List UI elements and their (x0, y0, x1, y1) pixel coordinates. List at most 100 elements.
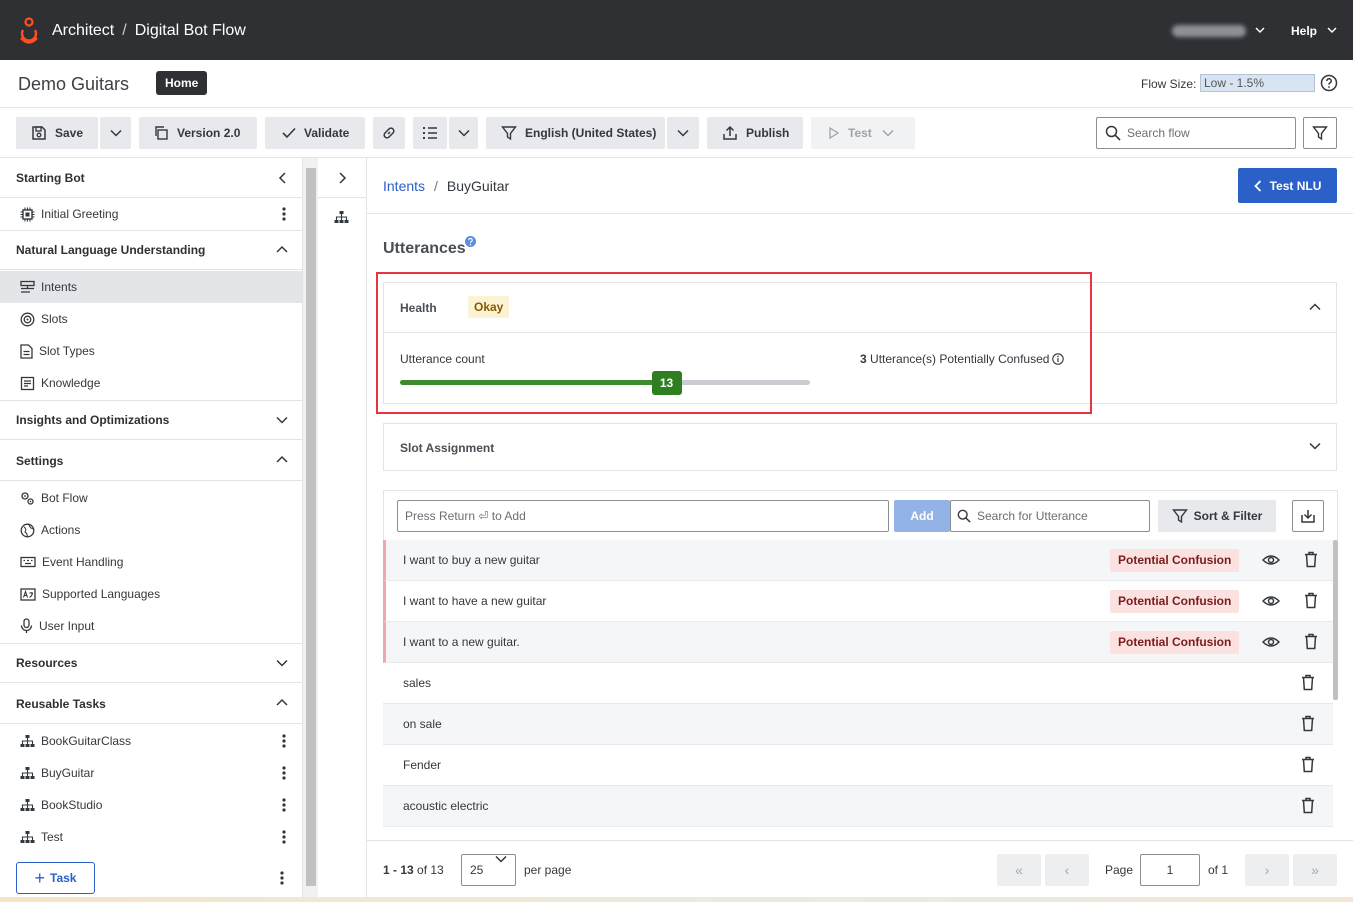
sidebar-section-reusable-tasks[interactable]: Reusable Tasks (0, 684, 302, 724)
scrollbar-thumb[interactable] (306, 168, 316, 886)
eye-icon[interactable] (1262, 594, 1280, 608)
home-badge[interactable]: Home (156, 71, 208, 95)
help-circle-icon[interactable] (1320, 74, 1338, 92)
sidebar-item-test[interactable]: Test (0, 821, 302, 853)
sidebar-item-buyguitar[interactable]: BuyGuitar (0, 757, 302, 789)
per-page-select[interactable]: 25 (461, 854, 516, 886)
utterance-row[interactable]: I want to have a new guitar Potential Co… (383, 581, 1333, 622)
sidebar-item-supported-languages[interactable]: Supported Languages (0, 578, 302, 610)
language-options-button[interactable] (667, 117, 699, 149)
save-button[interactable]: Save (16, 117, 98, 149)
help-circle-icon[interactable] (465, 236, 476, 247)
sidebar-item-bot-flow[interactable]: Bot Flow (0, 482, 302, 514)
sidebar-item-bookstudio[interactable]: BookStudio (0, 789, 302, 821)
sidebar-item-knowledge[interactable]: Knowledge (0, 367, 302, 399)
sort-filter-button[interactable]: Sort & Filter (1158, 500, 1276, 532)
more-vertical-icon[interactable] (282, 207, 286, 221)
trash-icon[interactable] (1301, 674, 1315, 691)
link-icon (381, 125, 397, 141)
add-task-button[interactable]: + Task (16, 862, 95, 894)
page-number-input[interactable]: 1 (1140, 854, 1200, 886)
chevron-down-icon[interactable] (1255, 26, 1265, 34)
trash-icon[interactable] (1304, 551, 1318, 568)
chevron-left-icon[interactable] (278, 172, 288, 184)
chevron-down-icon[interactable] (276, 415, 288, 425)
utterance-row[interactable]: sales (383, 663, 1333, 704)
help-menu[interactable]: Help (1291, 24, 1317, 38)
expand-rail-button[interactable] (318, 158, 366, 198)
more-vertical-icon[interactable] (282, 798, 286, 812)
search-flow-input[interactable]: Search flow (1096, 117, 1296, 149)
genesys-logo-icon[interactable] (18, 16, 40, 46)
next-page-button[interactable]: › (1245, 854, 1289, 886)
chevron-up-icon[interactable] (276, 245, 288, 255)
more-vertical-icon[interactable] (282, 830, 286, 844)
flow-header: Demo Guitars Home Flow Size: Low - 1.5% (0, 60, 1353, 108)
trash-icon[interactable] (1301, 715, 1315, 732)
sidebar-item-user-input[interactable]: User Input (0, 610, 302, 642)
sidebar-item-bookguitarclass[interactable]: BookGuitarClass (0, 725, 302, 757)
sidebar-section-settings[interactable]: Settings (0, 441, 302, 481)
plus-icon: + (34, 867, 46, 888)
sidebar-scrollbar[interactable] (302, 158, 318, 902)
prev-page-button[interactable]: ‹ (1045, 854, 1089, 886)
hierarchy-icon[interactable] (334, 210, 349, 224)
sidebar-section-starting-bot[interactable]: Starting Bot (0, 158, 302, 198)
utterance-row[interactable]: acoustic electric (383, 786, 1333, 827)
utterance-row[interactable]: Fender (383, 745, 1333, 786)
info-icon[interactable] (1052, 353, 1065, 365)
sidebar-item-event-handling[interactable]: Event Handling (0, 546, 302, 578)
slot-assignment-panel[interactable]: Slot Assignment (383, 423, 1337, 471)
more-vertical-icon[interactable] (282, 734, 286, 748)
version-button[interactable]: Version 2.0 (139, 117, 257, 149)
list-button[interactable] (413, 117, 447, 149)
link-button[interactable] (373, 117, 405, 149)
app-name[interactable]: Architect (52, 22, 114, 39)
utterance-row[interactable]: I want to a new guitar. Potential Confus… (383, 622, 1333, 663)
chevron-up-icon[interactable] (276, 455, 288, 465)
sidebar-item-intents[interactable]: Intents (0, 271, 302, 303)
trash-icon[interactable] (1304, 633, 1318, 650)
trash-icon[interactable] (1301, 797, 1315, 814)
save-options-button[interactable] (100, 117, 131, 149)
test-nlu-button[interactable]: Test NLU (1238, 168, 1337, 203)
chevron-down-icon[interactable] (1327, 26, 1337, 34)
validate-button[interactable]: Validate (265, 117, 365, 149)
sidebar-item-initial-greeting[interactable]: Initial Greeting (0, 198, 302, 230)
trash-icon[interactable] (1304, 592, 1318, 609)
filter-button[interactable] (1303, 117, 1337, 149)
list-options-button[interactable] (449, 117, 478, 149)
language-button[interactable]: English (United States) (486, 117, 665, 149)
utterance-row[interactable]: I want to buy a new guitar Potential Con… (383, 540, 1333, 581)
more-vertical-icon[interactable] (282, 766, 286, 780)
sidebar-item-slot-types[interactable]: Slot Types (0, 335, 302, 367)
eye-icon[interactable] (1262, 553, 1280, 567)
sidebar-item-slots[interactable]: Slots (0, 303, 302, 335)
test-button[interactable]: Test (811, 117, 915, 149)
sidebar-section-nlu[interactable]: Natural Language Understanding (0, 230, 302, 270)
utterance-row[interactable]: on sale (383, 704, 1333, 745)
chevron-down-icon[interactable] (1309, 442, 1321, 450)
breadcrumb-intents-link[interactable]: Intents (383, 178, 425, 194)
last-page-button[interactable]: » (1293, 854, 1337, 886)
sidebar-section-resources[interactable]: Resources (0, 643, 302, 683)
add-utterance-button[interactable]: Add (894, 500, 950, 532)
more-vertical-icon[interactable] (280, 871, 284, 885)
user-menu[interactable] (1172, 25, 1246, 37)
trash-icon[interactable] (1301, 756, 1315, 773)
sidebar-section-insights[interactable]: Insights and Optimizations (0, 400, 302, 440)
slot-assignment-label: Slot Assignment (400, 441, 495, 455)
flow-size-label: Flow Size: (1141, 77, 1197, 91)
chevron-up-icon[interactable] (276, 698, 288, 708)
add-utterance-input[interactable]: Press Return ⏎ to Add (397, 500, 889, 532)
sidebar-item-actions[interactable]: Actions (0, 514, 302, 546)
first-page-button[interactable]: « (997, 854, 1041, 886)
publish-button[interactable]: Publish (707, 117, 803, 149)
chevron-up-icon[interactable] (1309, 303, 1321, 311)
flow-name: Demo Guitars (18, 74, 130, 94)
download-button[interactable] (1292, 500, 1324, 532)
chevron-down-icon[interactable] (276, 658, 288, 668)
search-utterance-input[interactable]: Search for Utterance (950, 500, 1150, 532)
utterance-list-scrollbar[interactable] (1333, 540, 1338, 700)
eye-icon[interactable] (1262, 635, 1280, 649)
